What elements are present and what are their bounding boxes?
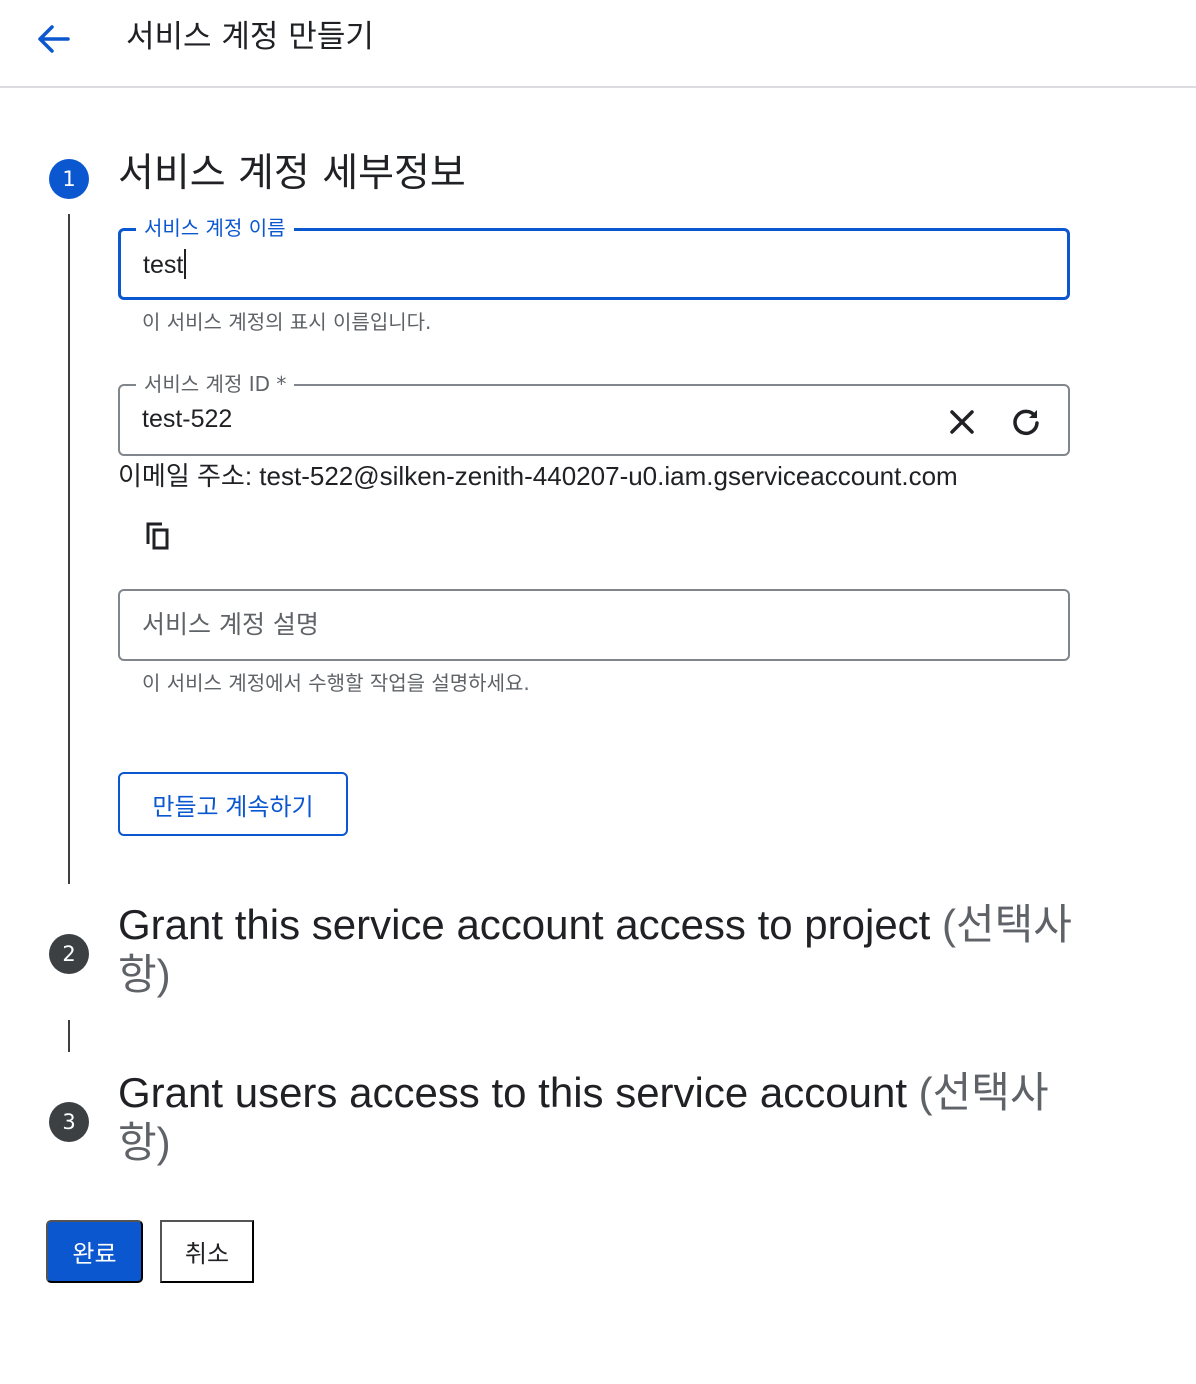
refresh-icon (1013, 409, 1039, 436)
email-address-value: test-522@silken-zenith-440207-u0.iam.gse… (259, 461, 958, 491)
step-3-title-text: Grant users access to this service accou… (118, 1069, 907, 1116)
service-account-name-hint: 이 서비스 계정의 표시 이름입니다. (142, 310, 432, 334)
email-address-label: 이메일 주소: (118, 461, 253, 491)
create-and-continue-button[interactable]: 만들고 계속하기 (118, 772, 348, 836)
service-account-id-label: 서비스 계정 ID * (136, 372, 295, 396)
regenerate-id-button[interactable] (1004, 400, 1048, 444)
service-account-id-field[interactable]: 서비스 계정 ID * test-522 (118, 372, 1070, 456)
page-title: 서비스 계정 만들기 (126, 19, 374, 55)
email-address-line: 이메일 주소: test-522@silken-zenith-440207-u0… (118, 458, 958, 494)
service-account-description-input[interactable]: 서비스 계정 설명 (142, 608, 319, 642)
copy-email-button[interactable] (136, 514, 180, 558)
service-account-description-field[interactable]: 서비스 계정 설명 (118, 589, 1070, 661)
copy-icon (146, 522, 169, 550)
cancel-button[interactable]: 취소 (160, 1220, 254, 1283)
step-1-title: 서비스 계정 세부정보 (118, 151, 466, 196)
step-1-indicator: 1 (49, 159, 89, 199)
step-2-indicator: 2 (49, 934, 89, 974)
service-account-name-input[interactable]: test (143, 248, 923, 282)
service-account-description-hint: 이 서비스 계정에서 수행할 작업을 설명하세요. (142, 671, 530, 695)
step-connector-line (68, 214, 70, 884)
close-icon (950, 410, 974, 434)
service-account-id-input[interactable]: test-522 (142, 402, 922, 436)
step-2-title-text: Grant this service account access to pro… (118, 901, 931, 948)
page-header: 서비스 계정 만들기 (0, 0, 1196, 88)
step-3-indicator: 3 (49, 1102, 89, 1142)
step-connector-line (68, 1020, 70, 1052)
service-account-name-label: 서비스 계정 이름 (136, 216, 294, 240)
service-account-name-field[interactable]: 서비스 계정 이름 test (118, 216, 1070, 300)
step-2-title[interactable]: Grant this service account access to pro… (118, 900, 1078, 1000)
step-3-title[interactable]: Grant users access to this service accou… (118, 1068, 1078, 1168)
text-cursor (184, 249, 187, 279)
service-account-name-value: test (143, 251, 184, 279)
create-service-account-page: 서비스 계정 만들기 1 서비스 계정 세부정보 서비스 계정 이름 test … (0, 0, 1196, 1384)
done-button[interactable]: 완료 (46, 1220, 143, 1283)
back-button[interactable] (30, 18, 76, 60)
arrow-back-icon (38, 25, 70, 53)
clear-id-button[interactable] (940, 400, 984, 444)
